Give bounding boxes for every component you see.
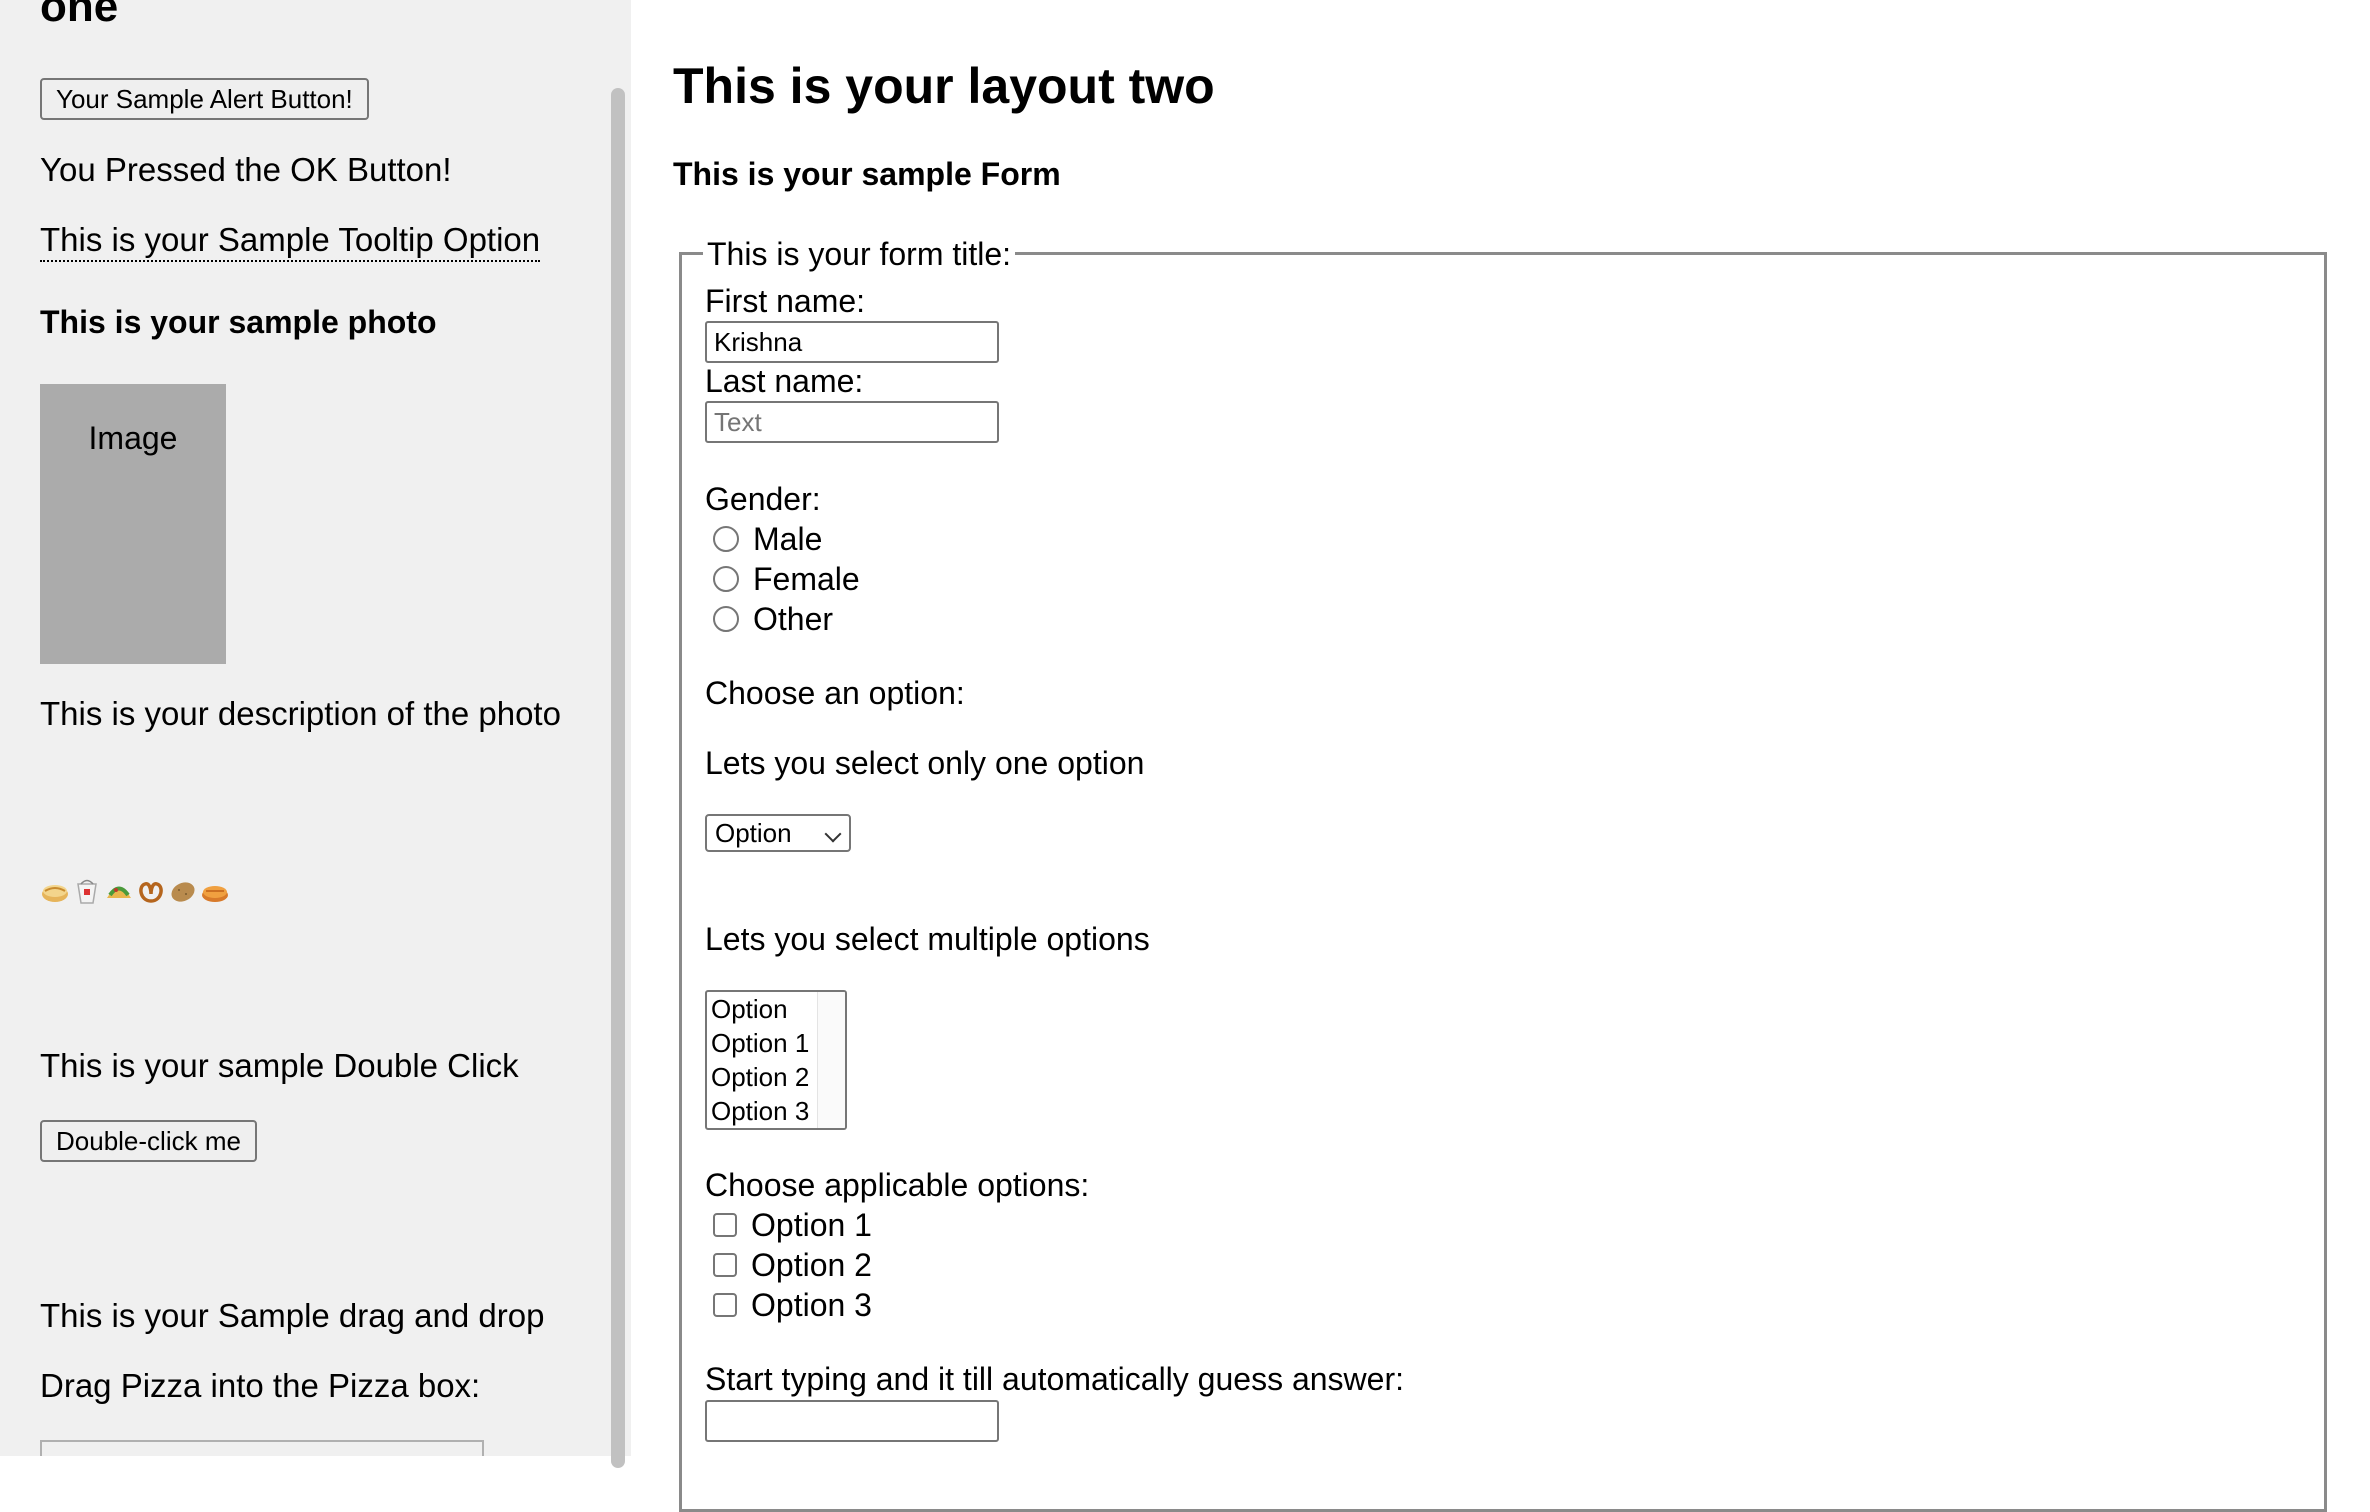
form-legend: This is your form title:: [703, 234, 1016, 274]
photo-description: This is your description of the photo: [40, 695, 561, 732]
sample-photo: Image: [40, 384, 226, 664]
single-option-select[interactable]: Option: [705, 814, 851, 852]
radio-female[interactable]: [713, 566, 739, 592]
last-name-input[interactable]: [705, 401, 999, 443]
alert-button[interactable]: Your Sample Alert Button!: [40, 78, 369, 120]
first-name-label: First name:: [705, 283, 866, 319]
double-click-heading: This is your sample Double Click: [40, 1047, 519, 1084]
layout-two-title: This is your layout two: [673, 58, 1215, 114]
autocomplete-label: Start typing and it till automatically g…: [705, 1361, 1404, 1397]
pie-icon[interactable]: [40, 876, 70, 906]
checkbox-option-2[interactable]: Option 2: [713, 1246, 872, 1284]
autocomplete-input[interactable]: [705, 1400, 999, 1442]
potato-icon[interactable]: [168, 876, 198, 906]
checkbox-3-label: Option 3: [751, 1287, 872, 1323]
left-layout-heading: one: [40, 0, 119, 31]
gender-option-other[interactable]: Other: [713, 600, 833, 638]
pizza-box-dropzone[interactable]: [40, 1440, 484, 1456]
gender-label: Gender:: [705, 481, 821, 517]
pretzel-icon[interactable]: [136, 876, 166, 906]
radio-male[interactable]: [713, 526, 739, 552]
checkbox-2[interactable]: [713, 1253, 737, 1277]
checkbox-1-label: Option 1: [751, 1207, 872, 1243]
photo-heading: This is your sample photo: [40, 304, 437, 340]
taco-icon[interactable]: [104, 876, 134, 906]
last-name-label: Last name:: [705, 363, 864, 399]
tooltip-option[interactable]: This is your Sample Tooltip Option: [40, 220, 541, 262]
radio-other[interactable]: [713, 606, 739, 632]
photo-placeholder-text: Image: [88, 420, 178, 456]
radio-male-label: Male: [753, 521, 823, 557]
multi-select-label: Lets you select multiple options: [705, 921, 1150, 957]
double-click-button[interactable]: Double-click me: [40, 1120, 257, 1162]
first-name-input[interactable]: [705, 321, 999, 363]
gender-option-male[interactable]: Male: [713, 520, 822, 558]
single-select-value: Option: [715, 818, 792, 848]
single-select-label: Lets you select only one option: [705, 745, 1145, 781]
gender-option-female[interactable]: Female: [713, 560, 860, 598]
checkbox-3[interactable]: [713, 1293, 737, 1317]
checkbox-option-3[interactable]: Option 3: [713, 1286, 872, 1324]
right-layout-pane: This is your layout two This is your sam…: [633, 0, 2370, 1512]
choose-option-label: Choose an option:: [705, 675, 965, 711]
drag-drop-heading: This is your Sample drag and drop: [40, 1297, 545, 1334]
tooltip-link-text[interactable]: This is your Sample Tooltip Option: [40, 221, 541, 262]
drag-instruction: Drag Pizza into the Pizza box:: [40, 1367, 481, 1404]
checkbox-2-label: Option 2: [751, 1247, 872, 1283]
radio-other-label: Other: [753, 601, 834, 637]
alert-result-text: You Pressed the OK Button!: [40, 151, 452, 188]
multi-option-listbox[interactable]: Option Option 1 Option 2 Option 3: [705, 990, 847, 1130]
checkbox-option-1[interactable]: Option 1: [713, 1206, 872, 1244]
pie-icon[interactable]: [200, 876, 230, 906]
left-pane-scrollbar-thumb[interactable]: [611, 88, 625, 1468]
form-heading: This is your sample Form: [673, 156, 1061, 192]
radio-female-label: Female: [753, 561, 860, 597]
chevron-down-icon: [824, 825, 842, 843]
draggable-food-row: [40, 874, 230, 908]
checkbox-group-label: Choose applicable options:: [705, 1167, 1090, 1203]
takeout-box-icon[interactable]: [72, 876, 102, 906]
left-layout-content: one Your Sample Alert Button! You Presse…: [0, 0, 605, 1456]
checkbox-1[interactable]: [713, 1213, 737, 1237]
listbox-scrollbar[interactable]: [817, 992, 845, 1128]
